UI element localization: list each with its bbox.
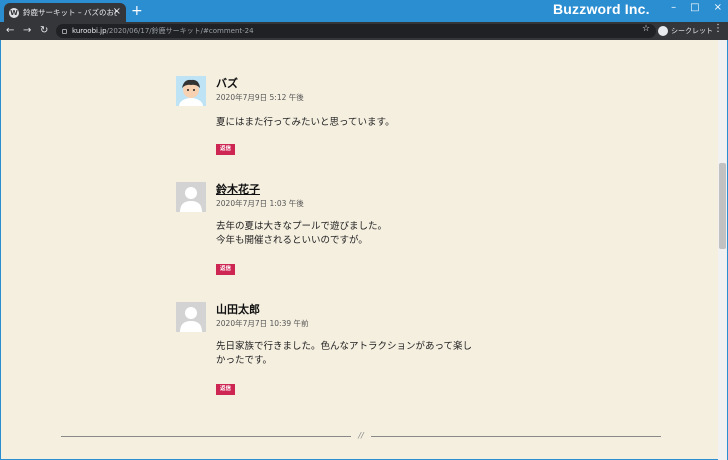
minimize-button[interactable]: – — [671, 2, 676, 13]
reply-button[interactable]: 返信 — [216, 384, 236, 395]
bookmark-star-icon[interactable]: ☆ — [642, 24, 650, 34]
brand-watermark: Buzzword Inc. — [553, 1, 650, 17]
reply-button[interactable]: 返信 — [216, 264, 236, 275]
maximize-button[interactable]: □ — [690, 2, 699, 13]
browser-toolbar: ← → ↻ kuroobi.jp /2020/06/17/鈴鹿サーキット/#co… — [0, 22, 728, 40]
comment-line: 去年の夏は大きなプールで遊びました。 — [216, 221, 388, 232]
close-window-button[interactable]: × — [714, 2, 722, 13]
reply-button[interactable]: 返信 — [216, 144, 236, 155]
comment-author-link[interactable]: 鈴木花子 — [216, 181, 260, 197]
incognito-icon — [658, 26, 668, 36]
scrollbar-thumb[interactable] — [719, 163, 726, 249]
window-controls: – □ × — [671, 2, 722, 13]
url-host: kuroobi.jp — [72, 27, 107, 35]
incognito-label: シークレット — [671, 27, 713, 35]
address-bar[interactable]: kuroobi.jp /2020/06/17/鈴鹿サーキット/#comment-… — [56, 24, 656, 38]
wordpress-icon: W — [9, 7, 19, 18]
back-arrow-icon[interactable]: ← — [6, 24, 14, 38]
comment-body: 去年の夏は大きなプールで遊びました。 今年も開催されるといいのですが。 — [216, 220, 506, 248]
custom-avatar-icon — [176, 76, 206, 106]
comment-author: バズ — [216, 77, 238, 90]
incognito-badge[interactable]: シークレット — [658, 24, 713, 38]
forward-arrow-icon[interactable]: → — [23, 24, 31, 38]
comment-date[interactable]: 2020年7月7日 10:39 午前 — [216, 318, 309, 329]
comment-body: 夏にはまた行ってみたいと思っています。 — [216, 116, 506, 130]
comment-line: 夏にはまた行ってみたいと思っています。 — [216, 117, 395, 128]
url-path: /2020/06/17/鈴鹿サーキット/#comment-24 — [106, 27, 254, 35]
default-avatar-icon — [176, 302, 206, 332]
lock-icon — [62, 28, 67, 34]
browser-tab[interactable]: W 鈴鹿サーキット – バズのお出かけブログ × — [4, 3, 126, 22]
reload-icon[interactable]: ↻ — [40, 24, 48, 38]
comment-author: 山田太郎 — [216, 303, 260, 316]
tab-title: 鈴鹿サーキット – バズのお出かけブログ — [23, 8, 117, 17]
comment-line: かったです。 — [216, 355, 273, 366]
vertical-scrollbar[interactable] — [718, 40, 727, 460]
comment-date[interactable]: 2020年7月7日 1:03 午後 — [216, 198, 304, 209]
comment-date[interactable]: 2020年7月9日 5:12 午後 — [216, 92, 304, 103]
comment-line: 今年も開催されるといいのですが。 — [216, 235, 368, 246]
window-titlebar: W 鈴鹿サーキット – バズのお出かけブログ × + Buzzword Inc.… — [0, 0, 728, 22]
menu-dots-icon[interactable]: ⋮ — [713, 23, 723, 34]
page-content: バズ 2020年7月9日 5:12 午後 夏にはまた行ってみたいと思っています。… — [0, 40, 728, 460]
new-tab-button[interactable]: + — [131, 3, 143, 19]
close-tab-icon[interactable]: × — [113, 6, 121, 17]
comment-body: 先日家族で行きました。色んなアトラクションがあって楽し かったです。 — [216, 340, 506, 368]
default-avatar-icon — [176, 182, 206, 212]
divider-mark: // — [351, 430, 371, 442]
comment-line: 先日家族で行きました。色んなアトラクションがあって楽し — [216, 341, 473, 352]
